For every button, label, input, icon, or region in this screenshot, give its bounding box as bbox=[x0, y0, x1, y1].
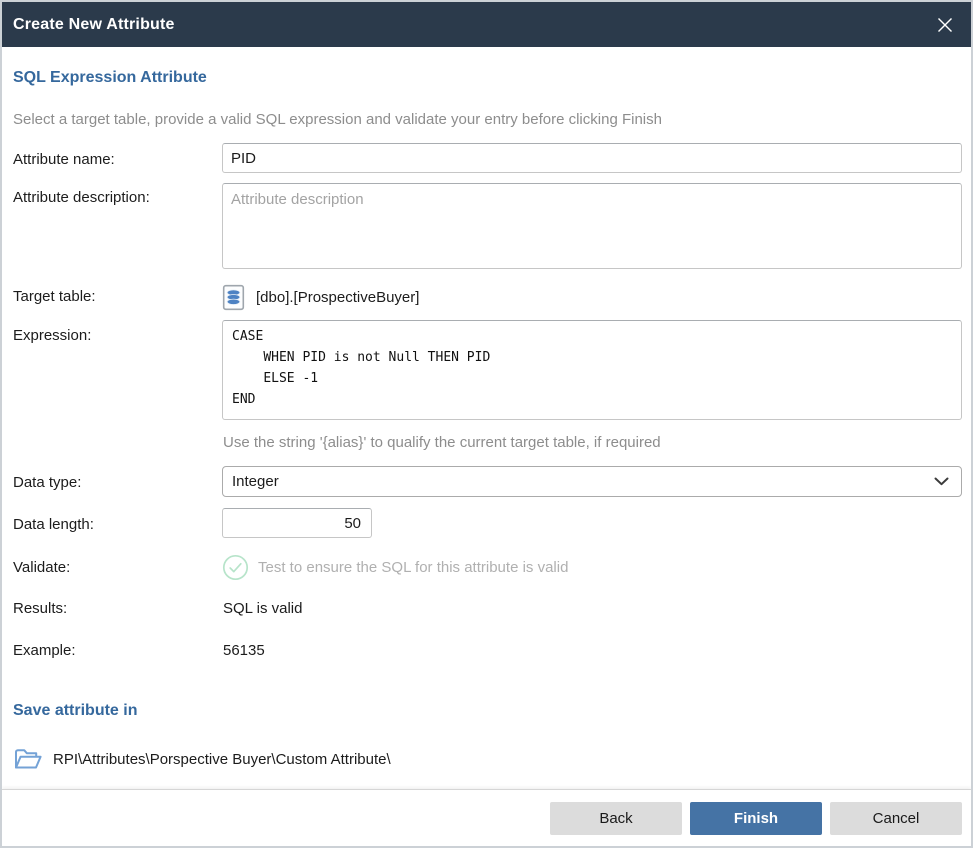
validate-label: Validate: bbox=[13, 559, 70, 576]
data-length-label: Data length: bbox=[13, 516, 94, 533]
chevron-down-icon bbox=[934, 477, 949, 486]
validate-hint-text: Test to ensure the SQL for this attribut… bbox=[258, 559, 568, 576]
results-value: SQL is valid bbox=[223, 600, 302, 617]
attribute-description-textarea[interactable] bbox=[222, 183, 962, 269]
expression-textarea[interactable]: CASE WHEN PID is not Null THEN PID ELSE … bbox=[222, 320, 962, 420]
cancel-button[interactable]: Cancel bbox=[830, 802, 962, 835]
create-new-attribute-dialog: Create New Attribute SQL Expression Attr… bbox=[0, 0, 973, 848]
check-circle-icon bbox=[222, 554, 249, 581]
close-button[interactable] bbox=[932, 12, 958, 38]
section-title-save-attribute: Save attribute in bbox=[13, 702, 137, 720]
expression-label: Expression: bbox=[13, 327, 91, 344]
target-table-value: [dbo].[ProspectiveBuyer] bbox=[256, 289, 419, 306]
dialog-footer: Back Finish Cancel bbox=[2, 789, 971, 846]
save-location-row[interactable]: RPI\Attributes\Porspective Buyer\Custom … bbox=[13, 747, 391, 772]
table-icon bbox=[222, 284, 245, 311]
attribute-name-label: Attribute name: bbox=[13, 151, 115, 168]
close-icon bbox=[936, 16, 954, 34]
expression-hint: Use the string '{alias}' to qualify the … bbox=[223, 434, 661, 451]
data-type-label: Data type: bbox=[13, 474, 81, 491]
example-label: Example: bbox=[13, 642, 76, 659]
folder-open-icon bbox=[13, 747, 43, 772]
dialog-title: Create New Attribute bbox=[13, 16, 175, 34]
validate-action[interactable]: Test to ensure the SQL for this attribut… bbox=[222, 553, 962, 581]
target-table-row: [dbo].[ProspectiveBuyer] bbox=[222, 282, 962, 313]
data-length-input bbox=[222, 508, 372, 538]
instruction-text: Select a target table, provide a valid S… bbox=[13, 111, 662, 128]
example-value: 56135 bbox=[223, 642, 265, 659]
dialog-titlebar: Create New Attribute bbox=[2, 2, 971, 47]
attribute-description-label: Attribute description: bbox=[13, 189, 150, 206]
target-table-label: Target table: bbox=[13, 288, 96, 305]
section-title-sql-expression: SQL Expression Attribute bbox=[13, 69, 207, 87]
finish-button[interactable]: Finish bbox=[690, 802, 822, 835]
data-type-select[interactable]: Integer bbox=[222, 466, 962, 497]
data-type-selected-value: Integer bbox=[232, 473, 279, 490]
save-location-path: RPI\Attributes\Porspective Buyer\Custom … bbox=[53, 751, 391, 768]
back-button[interactable]: Back bbox=[550, 802, 682, 835]
results-label: Results: bbox=[13, 600, 67, 617]
attribute-name-input[interactable] bbox=[222, 143, 962, 173]
